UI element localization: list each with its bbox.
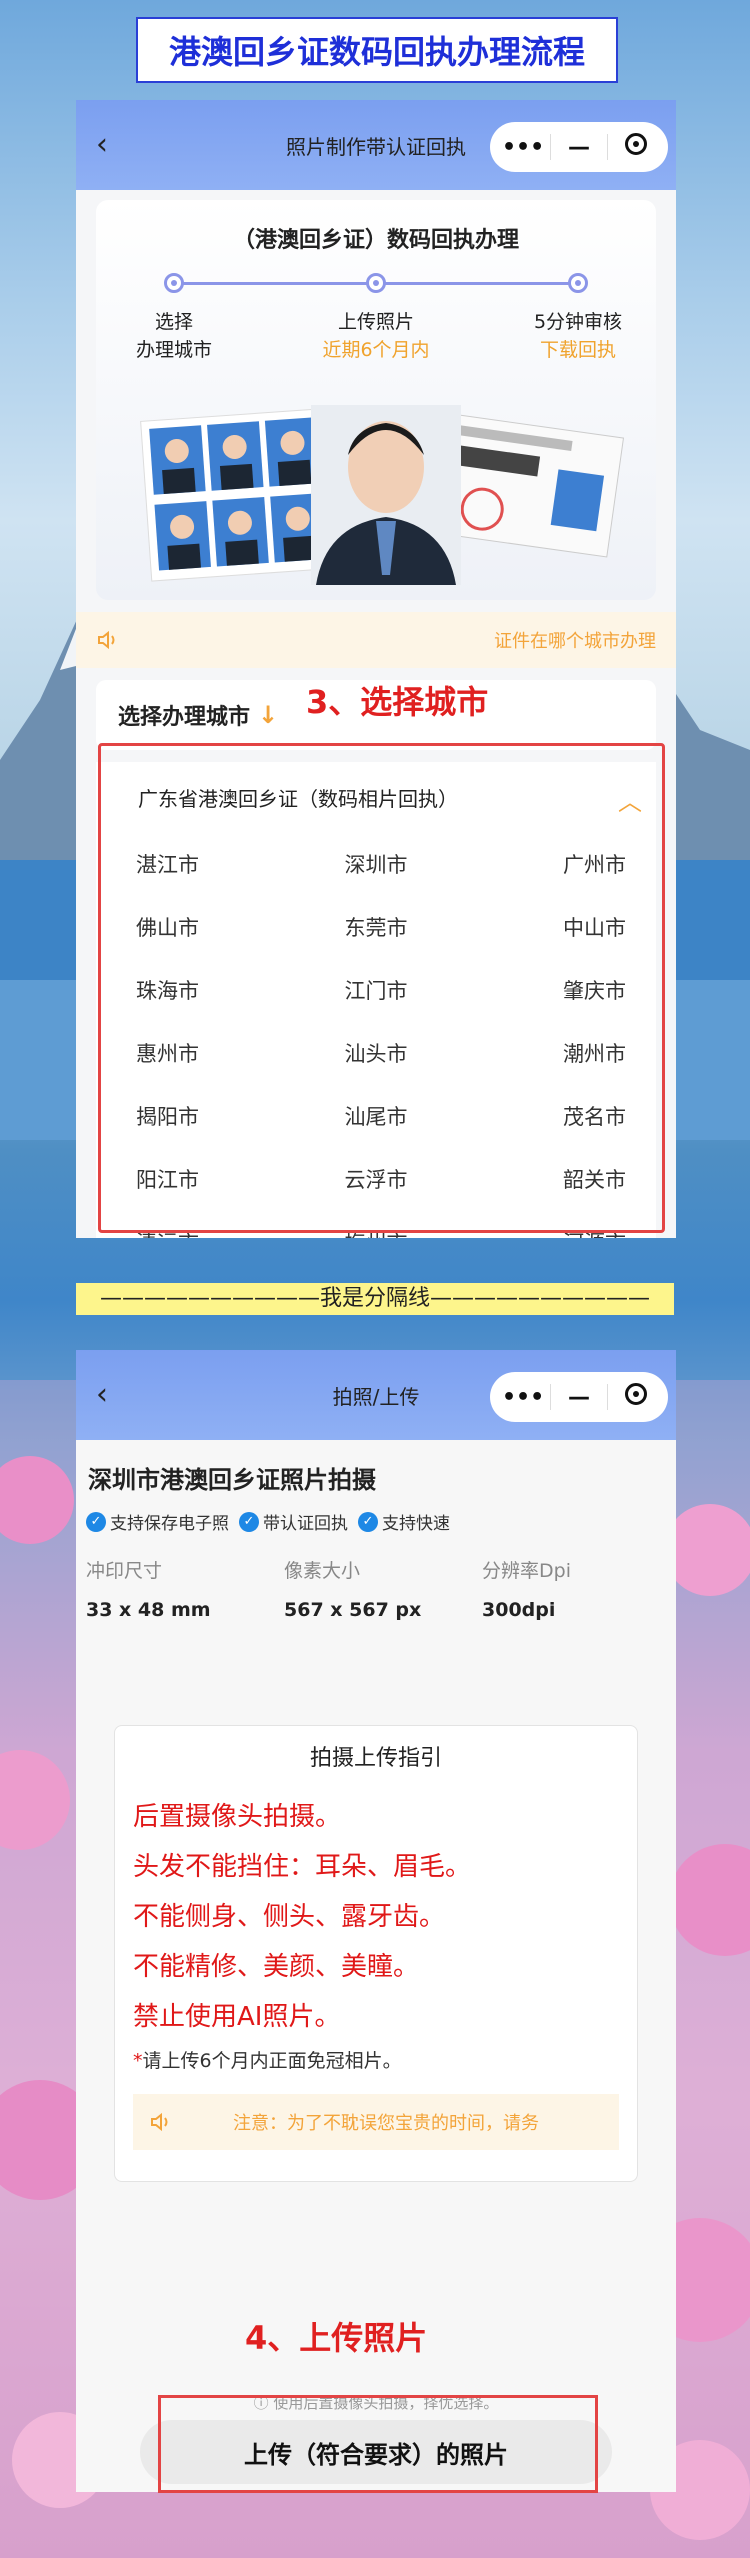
more-dots-icon[interactable]: ••• bbox=[502, 135, 544, 160]
guide-list: 后置摄像头拍摄。 头发不能挡住：耳朵、眉毛。 不能侧身、侧头、露牙齿。 不能精修… bbox=[115, 1772, 637, 2073]
guide-note-text: 请上传6个月内正面免冠相片。 bbox=[142, 2050, 402, 2072]
spec-label: 冲印尺寸 bbox=[86, 1560, 163, 1582]
step-1-line2: 办理城市 bbox=[135, 339, 212, 361]
step-dot bbox=[366, 273, 386, 293]
tag-label: 支持快速 bbox=[382, 1514, 450, 1534]
step-dot bbox=[164, 273, 184, 293]
navbar: ‹ 拍照/上传 ••• — bbox=[76, 1350, 676, 1440]
upload-guide-card: 拍摄上传指引 后置摄像头拍摄。 头发不能挡住：耳朵、眉毛。 不能侧身、侧头、露牙… bbox=[114, 1725, 638, 2182]
highlight-frame bbox=[158, 2395, 598, 2493]
tag-label: 带认证回执 bbox=[263, 1514, 348, 1534]
more-dots-icon[interactable]: ••• bbox=[502, 1385, 544, 1410]
notice-text: 证件在哪个城市办理 bbox=[494, 631, 656, 652]
minus-icon[interactable]: — bbox=[559, 135, 599, 160]
highlight-frame bbox=[98, 743, 665, 1233]
hero-banner: （港澳回乡证）数码回执办理 选择 办理城市 上传照片 近期6个月内 5分钟审核 … bbox=[96, 200, 656, 600]
guide-tip-text: 注意：为了不耽误您宝贵的时间，请务 bbox=[233, 2113, 539, 2134]
page-heading: 深圳市港澳回乡证照片拍摄 bbox=[88, 1466, 376, 1494]
target-ring-icon[interactable] bbox=[616, 1383, 656, 1411]
step-dot bbox=[568, 273, 588, 293]
capsule-divider bbox=[607, 134, 608, 160]
feature-tags: ✓ 支持保存电子照 ✓ 带认证回执 ✓ 支持快速 bbox=[76, 1495, 676, 1534]
step-2: 上传照片 近期6个月内 bbox=[301, 308, 451, 364]
tag-item: ✓ 支持保存电子照 bbox=[86, 1509, 229, 1534]
check-circle-icon: ✓ bbox=[86, 1511, 106, 1532]
annotation-upload-photo: 4、上传照片 bbox=[245, 2319, 428, 2357]
spec-item: 冲印尺寸 33 x 48 mm bbox=[86, 1556, 284, 1621]
step-3-line1: 5分钟审核 bbox=[533, 311, 623, 333]
target-ring-icon[interactable] bbox=[616, 133, 656, 161]
divider-line: ——————————我是分隔线—————————— bbox=[76, 1283, 674, 1315]
step-3: 5分钟审核 下载回执 bbox=[503, 308, 653, 364]
spec-label: 分辨率Dpi bbox=[482, 1560, 571, 1582]
guide-title: 拍摄上传指引 bbox=[309, 1746, 442, 1771]
check-circle-icon: ✓ bbox=[239, 1511, 259, 1532]
step-2-line1: 上传照片 bbox=[337, 311, 414, 333]
select-city-label: 选择办理城市 bbox=[118, 705, 251, 730]
spec-value: 33 x 48 mm bbox=[86, 1599, 211, 1621]
speaker-icon bbox=[151, 2112, 168, 2132]
spec-value: 300dpi bbox=[482, 1599, 556, 1621]
capsule-divider bbox=[550, 1384, 551, 1410]
capsule-divider bbox=[607, 1384, 608, 1410]
sample-id-photos-illustration bbox=[140, 405, 625, 585]
spec-item: 分辨率Dpi 300dpi bbox=[482, 1556, 676, 1621]
spec-value: 567 x 567 px bbox=[284, 1599, 422, 1621]
annotation-select-city: 3、选择城市 bbox=[306, 683, 489, 721]
photo-specs: 冲印尺寸 33 x 48 mm 像素大小 567 x 567 px 分辨率Dpi 30… bbox=[76, 1534, 676, 1621]
tag-label: 支持保存电子照 bbox=[110, 1514, 229, 1534]
guide-note: *请上传6个月内正面免冠相片。 bbox=[133, 2046, 619, 2073]
speaker-icon bbox=[98, 630, 115, 650]
portrait-person bbox=[311, 405, 461, 585]
guide-item: 不能侧身、侧头、露牙齿。 bbox=[133, 1902, 446, 1932]
guide-tip-bar: 注意：为了不耽误您宝贵的时间，请务 bbox=[133, 2094, 619, 2150]
guide-item: 不能精修、美颜、美瞳。 bbox=[133, 1952, 420, 1982]
step-1-line1: 选择 bbox=[154, 311, 193, 333]
capsule-divider bbox=[550, 134, 551, 160]
hero-title: （港澳回乡证）数码回执办理 bbox=[232, 228, 519, 253]
notice-bar: 证件在哪个城市办理 bbox=[76, 612, 676, 668]
miniprogram-capsule: ••• — bbox=[490, 122, 668, 172]
required-star: * bbox=[133, 2050, 143, 2072]
step-3-line2: 下载回执 bbox=[539, 339, 616, 361]
spec-label: 像素大小 bbox=[284, 1560, 361, 1582]
minus-icon[interactable]: — bbox=[559, 1385, 599, 1410]
guide-item: 后置摄像头拍摄。 bbox=[133, 1802, 342, 1832]
guide-item: 禁止使用AI照片。 bbox=[133, 2002, 341, 2032]
check-circle-icon: ✓ bbox=[358, 1511, 378, 1532]
page-title: 港澳回乡证数码回执办理流程 bbox=[136, 17, 618, 83]
tag-item: ✓ 带认证回执 bbox=[239, 1509, 348, 1534]
arrow-down-icon: ↓ bbox=[258, 701, 279, 729]
guide-item: 头发不能挡住：耳朵、眉毛。 bbox=[133, 1852, 472, 1882]
step-1: 选择 办理城市 bbox=[99, 308, 249, 364]
miniprogram-capsule: ••• — bbox=[490, 1372, 668, 1422]
navbar: ‹ 照片制作带认证回执 ••• — bbox=[76, 100, 676, 190]
step-2-line2: 近期6个月内 bbox=[322, 339, 430, 361]
tag-item: ✓ 支持快速 bbox=[358, 1509, 450, 1534]
spec-item: 像素大小 567 x 567 px bbox=[284, 1556, 482, 1621]
